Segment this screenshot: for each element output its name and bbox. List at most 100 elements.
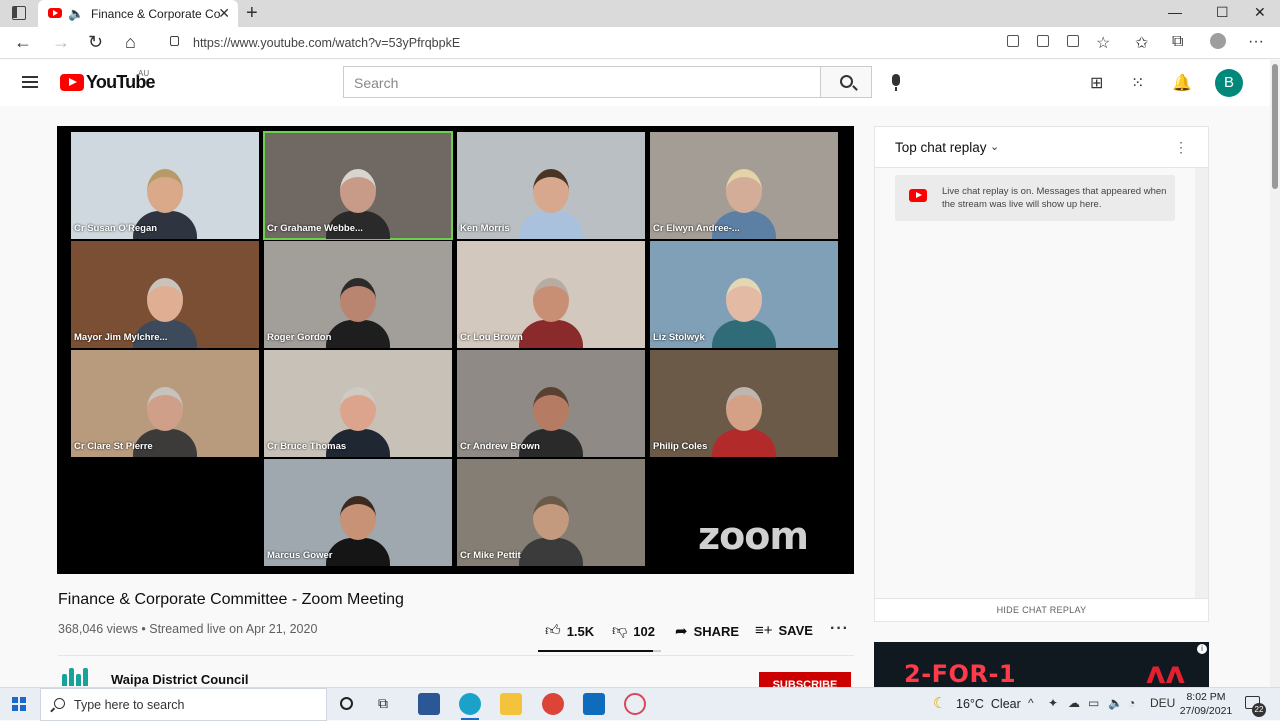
chat-replay-panel: Top chat replay ⌄ ⋮ Live chat replay is … <box>874 126 1209 622</box>
participant-video <box>326 492 390 566</box>
like-button[interactable]: 👍︎ 1.5K <box>545 622 594 640</box>
search-placeholder: Search <box>354 75 399 91</box>
snipping-tool-icon[interactable] <box>624 693 646 715</box>
app-available-icon[interactable] <box>1007 35 1019 47</box>
outlook-icon[interactable] <box>583 693 605 715</box>
youtube-favicon-icon <box>48 8 62 18</box>
user-avatar[interactable]: B <box>1215 69 1243 97</box>
time: 8:02 PM <box>1186 691 1226 703</box>
create-video-icon[interactable]: ⊞ <box>1090 73 1103 93</box>
participant-name: Philip Coles <box>653 441 708 452</box>
save-label: SAVE <box>778 623 813 638</box>
close-icon[interactable]: ✕ <box>218 5 230 22</box>
notifications-bell-icon[interactable]: 🔔 <box>1172 73 1192 93</box>
weather-widget[interactable]: 16°C Clear <box>956 697 1021 711</box>
participant-name: Ken Morris <box>460 223 510 234</box>
chrome-icon[interactable] <box>542 693 564 715</box>
word-icon[interactable] <box>418 693 440 715</box>
participant-video <box>712 383 776 457</box>
scrollbar-thumb[interactable] <box>1272 64 1278 189</box>
edge-icon[interactable] <box>459 693 481 720</box>
menu-icon[interactable] <box>22 76 38 88</box>
hide-chat-replay-button[interactable]: HIDE CHAT REPLAY <box>875 598 1208 621</box>
collections-icon[interactable]: ⧉ <box>1172 33 1183 51</box>
volume-icon[interactable]: 🔈 <box>1108 696 1123 710</box>
playlist-add-icon: ≡+ <box>755 622 773 639</box>
thumbs-up-icon: 👍︎ <box>545 622 561 639</box>
reader-view-icon[interactable] <box>1067 35 1079 47</box>
chevron-down-icon[interactable]: ⌄ <box>990 140 999 153</box>
tab-actions-icon[interactable] <box>12 6 26 20</box>
browser-profile-avatar[interactable] <box>1210 33 1226 49</box>
participant-name: Cr Lou Brown <box>460 332 523 343</box>
wifi-icon[interactable]: ◔ <box>1128 696 1135 710</box>
thumbs-down-icon: 👎︎ <box>612 622 628 639</box>
youtube-icon <box>909 189 927 202</box>
more-actions-icon[interactable]: ··· <box>830 620 849 638</box>
home-button[interactable]: ⌂ <box>125 32 136 53</box>
participant-name: Mayor Jim Mylchre... <box>74 332 168 343</box>
cortana-icon[interactable] <box>340 697 353 710</box>
show-hidden-icons-icon[interactable]: ^ <box>1028 696 1034 710</box>
chat-header: Top chat replay ⌄ ⋮ <box>875 127 1208 168</box>
back-button[interactable]: ← <box>14 32 32 53</box>
participant-tile: Marcus Gower <box>264 459 452 566</box>
participant-tile: Cr Lou Brown <box>457 241 645 348</box>
chat-menu-icon[interactable]: ⋮ <box>1174 139 1188 156</box>
chat-mode-dropdown[interactable]: Top chat replay <box>895 140 987 155</box>
participant-video <box>519 492 583 566</box>
browser-tab[interactable]: 🔈 Finance & Corporate Committee - Zoom M… <box>38 0 238 27</box>
speaker-icon[interactable]: 🔈 <box>68 6 84 22</box>
display-ad[interactable]: 2-FOR-1 MEMBERSHIP ʌʌ i <box>874 642 1209 687</box>
search-icon <box>840 75 853 88</box>
like-ratio-bar <box>538 650 661 652</box>
microphone-icon[interactable] <box>892 74 900 91</box>
windows-start-icon[interactable] <box>12 697 26 711</box>
window-close-button[interactable]: ✕ <box>1254 4 1266 21</box>
video-player[interactable]: Cr Susan O'Regan Cr Grahame Webbe... Ken M… <box>57 126 854 574</box>
taskbar-search-input[interactable]: Type here to search <box>40 688 327 721</box>
participant-video <box>519 165 583 239</box>
chat-messages: Live chat replay is on. Messages that ap… <box>875 168 1195 598</box>
chat-replay-notice-text: Live chat replay is on. Messages that ap… <box>942 186 1167 210</box>
browser-tab-strip: 🔈 Finance & Corporate Committee - Zoom M… <box>0 0 1280 27</box>
save-button[interactable]: ≡+ SAVE <box>755 622 813 639</box>
browser-menu-icon[interactable]: ··· <box>1248 33 1264 51</box>
minimize-button[interactable]: — <box>1168 4 1182 20</box>
search-input[interactable]: Search <box>343 66 821 98</box>
participant-video <box>519 274 583 348</box>
participant-tile: Liz Stolwyk <box>650 241 838 348</box>
youtube-logo-icon[interactable] <box>60 74 84 91</box>
new-tab-button[interactable]: + <box>246 2 258 25</box>
channel-name[interactable]: Waipa District Council <box>111 672 248 687</box>
battery-icon[interactable]: ▭ <box>1088 696 1099 710</box>
onedrive-icon[interactable]: ☁ <box>1068 696 1080 710</box>
apps-grid-icon[interactable]: ⁙ <box>1131 73 1144 93</box>
forward-button[interactable]: → <box>52 32 70 53</box>
lock-icon[interactable] <box>170 36 179 46</box>
chat-scrollbar[interactable] <box>1195 168 1208 598</box>
participant-name: Cr Susan O'Regan <box>74 223 158 234</box>
task-view-icon[interactable]: ⧉ <box>378 695 388 712</box>
url-field[interactable]: https://www.youtube.com/watch?v=53yPfrqb… <box>156 30 1126 56</box>
share-button[interactable]: ➦ SHARE <box>675 622 739 640</box>
ad-info-icon[interactable]: i <box>1197 644 1207 654</box>
page-scrollbar[interactable] <box>1270 60 1280 687</box>
dislike-button[interactable]: 👎︎ 102 <box>612 622 655 640</box>
url-text[interactable]: https://www.youtube.com/watch?v=53yPfrqb… <box>193 36 460 50</box>
participant-tile: Cr Elwyn Andree-... <box>650 132 838 239</box>
weather-moon-icon[interactable]: ☾ <box>933 694 946 712</box>
qr-code-icon[interactable] <box>1037 35 1049 47</box>
maximize-button[interactable]: ☐ <box>1216 4 1229 21</box>
subscribe-button[interactable]: SUBSCRIBE <box>759 672 851 687</box>
channel-logo[interactable] <box>62 666 90 686</box>
search-button[interactable] <box>820 66 872 98</box>
participant-tile: Mayor Jim Mylchre... <box>71 241 259 348</box>
favorites-icon[interactable]: ✩ <box>1135 33 1148 53</box>
dropbox-icon[interactable]: ✦ <box>1048 696 1058 710</box>
taskbar-clock[interactable]: 8:02 PM 27/09/2021 <box>1176 690 1236 718</box>
language-indicator[interactable]: DEU <box>1150 696 1175 710</box>
refresh-button[interactable]: ↻ <box>88 32 103 53</box>
file-explorer-icon[interactable] <box>500 693 522 715</box>
favorite-add-icon[interactable]: ☆ <box>1096 33 1110 53</box>
